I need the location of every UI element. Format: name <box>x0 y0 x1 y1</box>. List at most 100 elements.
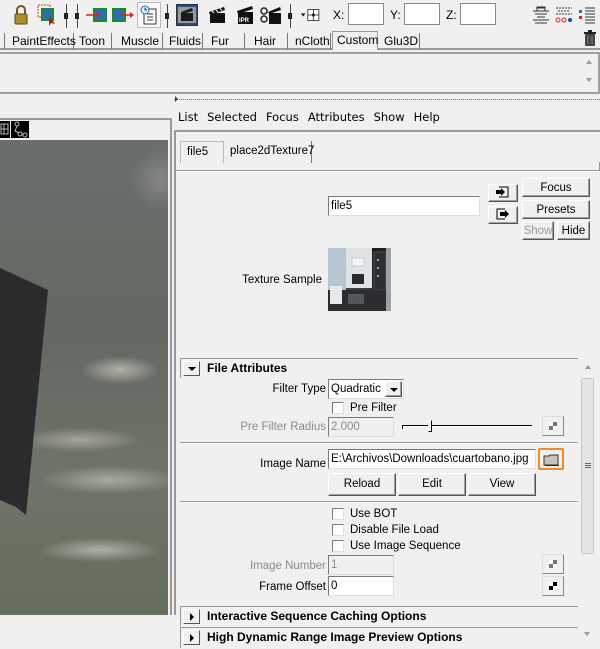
menu-focus[interactable]: Focus <box>266 110 299 124</box>
shelf-tab-muscle[interactable]: Muscle <box>117 33 163 50</box>
image-number-label: Image Number <box>249 560 326 572</box>
show-attribute-editor-icon[interactable] <box>530 4 552 26</box>
render-view-icon[interactable] <box>176 4 198 26</box>
input-connection-icon[interactable] <box>86 4 108 26</box>
3d-viewport[interactable] <box>0 140 168 615</box>
select-camera-icon[interactable] <box>36 4 58 26</box>
menu-help[interactable]: Help <box>414 110 440 124</box>
show-tool-settings-icon[interactable] <box>553 4 575 26</box>
section-file-attributes-header[interactable]: File Attributes <box>180 358 578 378</box>
dropdown-button[interactable] <box>385 381 402 397</box>
x-coord-input[interactable] <box>348 3 384 25</box>
panel-drag-handle[interactable] <box>174 99 600 100</box>
collapse-arrow-icon[interactable] <box>175 96 178 102</box>
toolbar-separator[interactable] <box>288 4 292 28</box>
node-tab-file5[interactable]: file5 <box>180 141 224 163</box>
ipr-render-icon[interactable]: IPR <box>234 4 256 26</box>
menu-show[interactable]: Show <box>374 110 405 124</box>
render-current-frame-icon[interactable] <box>206 4 228 26</box>
slider-track-start <box>402 425 403 429</box>
bathroom-texture-image <box>328 248 391 311</box>
scroll-up-icon[interactable] <box>585 365 591 369</box>
shelf-tab-ncloth[interactable]: nCloth <box>291 33 331 50</box>
output-connections-button[interactable] <box>488 206 518 224</box>
checker-map-icon <box>549 422 557 430</box>
section-hdr-preview-options-header[interactable]: High Dynamic Range Image Preview Options <box>180 627 578 648</box>
scrollbar-thumb[interactable] <box>581 378 594 554</box>
image-number-map-button[interactable] <box>542 554 564 574</box>
frame-offset-map-button[interactable] <box>542 576 564 596</box>
show-channel-box-icon[interactable] <box>576 4 598 26</box>
lock-icon[interactable] <box>10 4 32 26</box>
shelf-scrollbar[interactable] <box>582 54 596 92</box>
y-coord-input[interactable] <box>404 3 440 25</box>
scroll-up-icon[interactable] <box>586 60 592 64</box>
show-button[interactable]: Show <box>522 221 554 240</box>
slider-track <box>402 425 532 427</box>
section-interactive-sequence-caching-header[interactable]: Interactive Sequence Caching Options <box>180 606 578 626</box>
attribute-sections: File Attributes Filter Type Quadratic Pr… <box>180 358 580 615</box>
checker-map-icon <box>549 582 557 590</box>
pre-filter-radius-input[interactable]: 2.000 <box>328 417 394 437</box>
shelf-tab-painteffects[interactable]: PaintEffects <box>8 33 76 50</box>
use-image-sequence-checkbox[interactable] <box>332 540 344 552</box>
pre-filter-checkbox[interactable] <box>332 402 344 414</box>
dark-geometry-plane[interactable] <box>0 140 168 615</box>
section-toggle-button[interactable] <box>183 630 200 645</box>
shelf-tab-fluids[interactable]: Fluids <box>165 33 203 50</box>
toolbar-separator[interactable] <box>75 4 79 28</box>
shelf-tab-toon[interactable]: Toon <box>75 33 112 50</box>
menu-list[interactable]: List <box>178 110 198 124</box>
pre-filter-label: Pre Filter <box>350 402 397 414</box>
hide-button[interactable]: Hide <box>557 221 590 240</box>
reload-button[interactable]: Reload <box>328 473 396 496</box>
filter-type-dropdown[interactable]: Quadratic <box>328 379 404 399</box>
ik-handle-icon[interactable] <box>11 121 29 138</box>
pre-filter-radius-slider[interactable] <box>402 420 532 432</box>
shelf-tab-fur[interactable]: Fur <box>207 33 245 50</box>
attribute-editor-scrollbar[interactable] <box>580 360 596 649</box>
render-history-icon[interactable] <box>137 2 161 28</box>
toolbar-separator[interactable] <box>64 4 68 28</box>
shelf-tab-custom[interactable]: Custom <box>332 31 378 50</box>
image-name-input[interactable]: E:\Archivos\Downloads\cuartobano.jpg <box>328 449 536 469</box>
presets-button[interactable]: Presets <box>522 200 590 219</box>
folder-icon <box>543 454 559 466</box>
browse-file-button[interactable] <box>538 448 564 470</box>
render-settings-icon[interactable] <box>260 4 282 26</box>
input-connections-button[interactable] <box>488 184 518 202</box>
texture-sample-label: Texture Sample <box>242 274 322 286</box>
z-coord-input[interactable] <box>460 3 496 25</box>
chevron-down-icon <box>389 388 398 392</box>
texture-sample-swatch[interactable] <box>328 248 391 311</box>
image-number-input[interactable]: 1 <box>328 555 394 575</box>
attribute-editor-menubar: List Selected Focus Attributes Show Help <box>178 110 440 124</box>
scroll-down-icon[interactable] <box>586 78 592 82</box>
shelf-tab-glu3d[interactable]: Glu3D <box>380 33 420 50</box>
toolbar-separator[interactable] <box>165 4 169 28</box>
transform-snap-icon[interactable] <box>300 4 322 26</box>
scroll-down-icon[interactable] <box>584 632 590 636</box>
grip-line <box>585 467 591 468</box>
edit-button[interactable]: Edit <box>398 473 466 496</box>
section-toggle-button[interactable] <box>183 361 200 376</box>
node-tab-place2dtexture7[interactable]: place2dTexture7 <box>224 141 314 163</box>
resolution-gate-icon[interactable] <box>0 121 10 138</box>
use-image-sequence-label: Use Image Sequence <box>350 540 461 552</box>
divider <box>180 501 578 502</box>
node-name-input[interactable]: file5 <box>328 196 480 216</box>
shelf-tab-hair[interactable]: Hair <box>250 33 288 50</box>
use-bot-checkbox[interactable] <box>332 508 344 520</box>
frame-offset-input[interactable]: 0 <box>328 576 394 596</box>
section-toggle-button[interactable] <box>183 609 200 624</box>
disable-file-load-checkbox[interactable] <box>332 524 344 536</box>
output-connection-icon[interactable] <box>112 4 134 26</box>
menu-selected[interactable]: Selected <box>207 110 257 124</box>
grip-line <box>585 465 591 466</box>
trash-icon[interactable] <box>583 30 597 47</box>
view-button[interactable]: View <box>468 473 536 496</box>
focus-button[interactable]: Focus <box>522 178 590 197</box>
slider-thumb[interactable] <box>428 420 432 432</box>
menu-attributes[interactable]: Attributes <box>308 110 365 124</box>
map-texture-button[interactable] <box>542 416 564 436</box>
